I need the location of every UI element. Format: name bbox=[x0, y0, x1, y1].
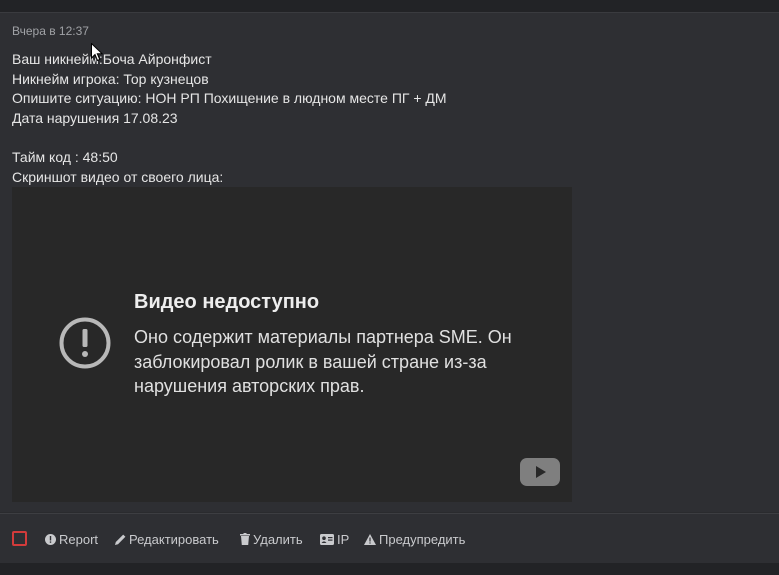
warn-label: Предупредить bbox=[379, 531, 466, 547]
page: Вчера в 12:37 Ваш никнейм:Боча Айронфист… bbox=[0, 0, 779, 575]
ip-button[interactable]: IP bbox=[320, 531, 349, 547]
post-line-player-nickname: Никнейм игрока: Тор кузнецов bbox=[12, 70, 209, 87]
embedded-video[interactable]: Видео недоступно Оно содержит материалы … bbox=[12, 187, 572, 502]
post-line-situation: Опишите ситуацию: НОН РП Похищение в люд… bbox=[12, 90, 447, 107]
ip-label: IP bbox=[337, 531, 350, 547]
youtube-logo-icon[interactable] bbox=[520, 458, 560, 486]
video-unavailable-title: Видео недоступно bbox=[134, 291, 320, 313]
post-body: Ваш никнейм:Боча Айронфист Никнейм игрок… bbox=[12, 50, 447, 187]
post-line-blank bbox=[12, 128, 447, 148]
info-circle-icon bbox=[45, 533, 56, 545]
post-line-screenshot: Скриншот видео от своего лица: bbox=[12, 168, 224, 185]
post-timestamp[interactable]: Вчера в 12:37 bbox=[12, 24, 89, 38]
mouse-cursor-icon bbox=[91, 43, 103, 62]
post-actions-bar: Report Редактировать Удалить IP Предупре… bbox=[0, 513, 779, 563]
alert-circle-icon bbox=[59, 317, 111, 369]
post-line-timecode: Тайм код : 48:50 bbox=[12, 148, 118, 165]
warning-triangle-icon bbox=[364, 533, 376, 545]
pencil-icon bbox=[115, 534, 126, 545]
id-card-icon bbox=[320, 533, 334, 545]
delete-button[interactable]: Удалить bbox=[240, 531, 303, 547]
trash-icon bbox=[240, 533, 250, 545]
post-line-nickname: Ваш никнейм:Боча Айронфист bbox=[12, 51, 212, 67]
select-post-checkbox[interactable] bbox=[12, 531, 27, 546]
report-button[interactable]: Report bbox=[45, 531, 98, 547]
edit-label: Редактировать bbox=[129, 531, 219, 547]
video-unavailable-message: Оно содержит материалы партнера SME. Он … bbox=[134, 327, 512, 396]
report-label: Report bbox=[59, 531, 99, 547]
edit-button[interactable]: Редактировать bbox=[115, 531, 219, 547]
warn-button[interactable]: Предупредить bbox=[364, 531, 465, 547]
forum-post: Вчера в 12:37 Ваш никнейм:Боча Айронфист… bbox=[0, 13, 779, 512]
bottom-divider bbox=[0, 563, 779, 575]
post-line-date: Дата нарушения 17.08.23 bbox=[12, 109, 178, 126]
top-divider bbox=[0, 0, 779, 13]
delete-label: Удалить bbox=[253, 531, 303, 547]
